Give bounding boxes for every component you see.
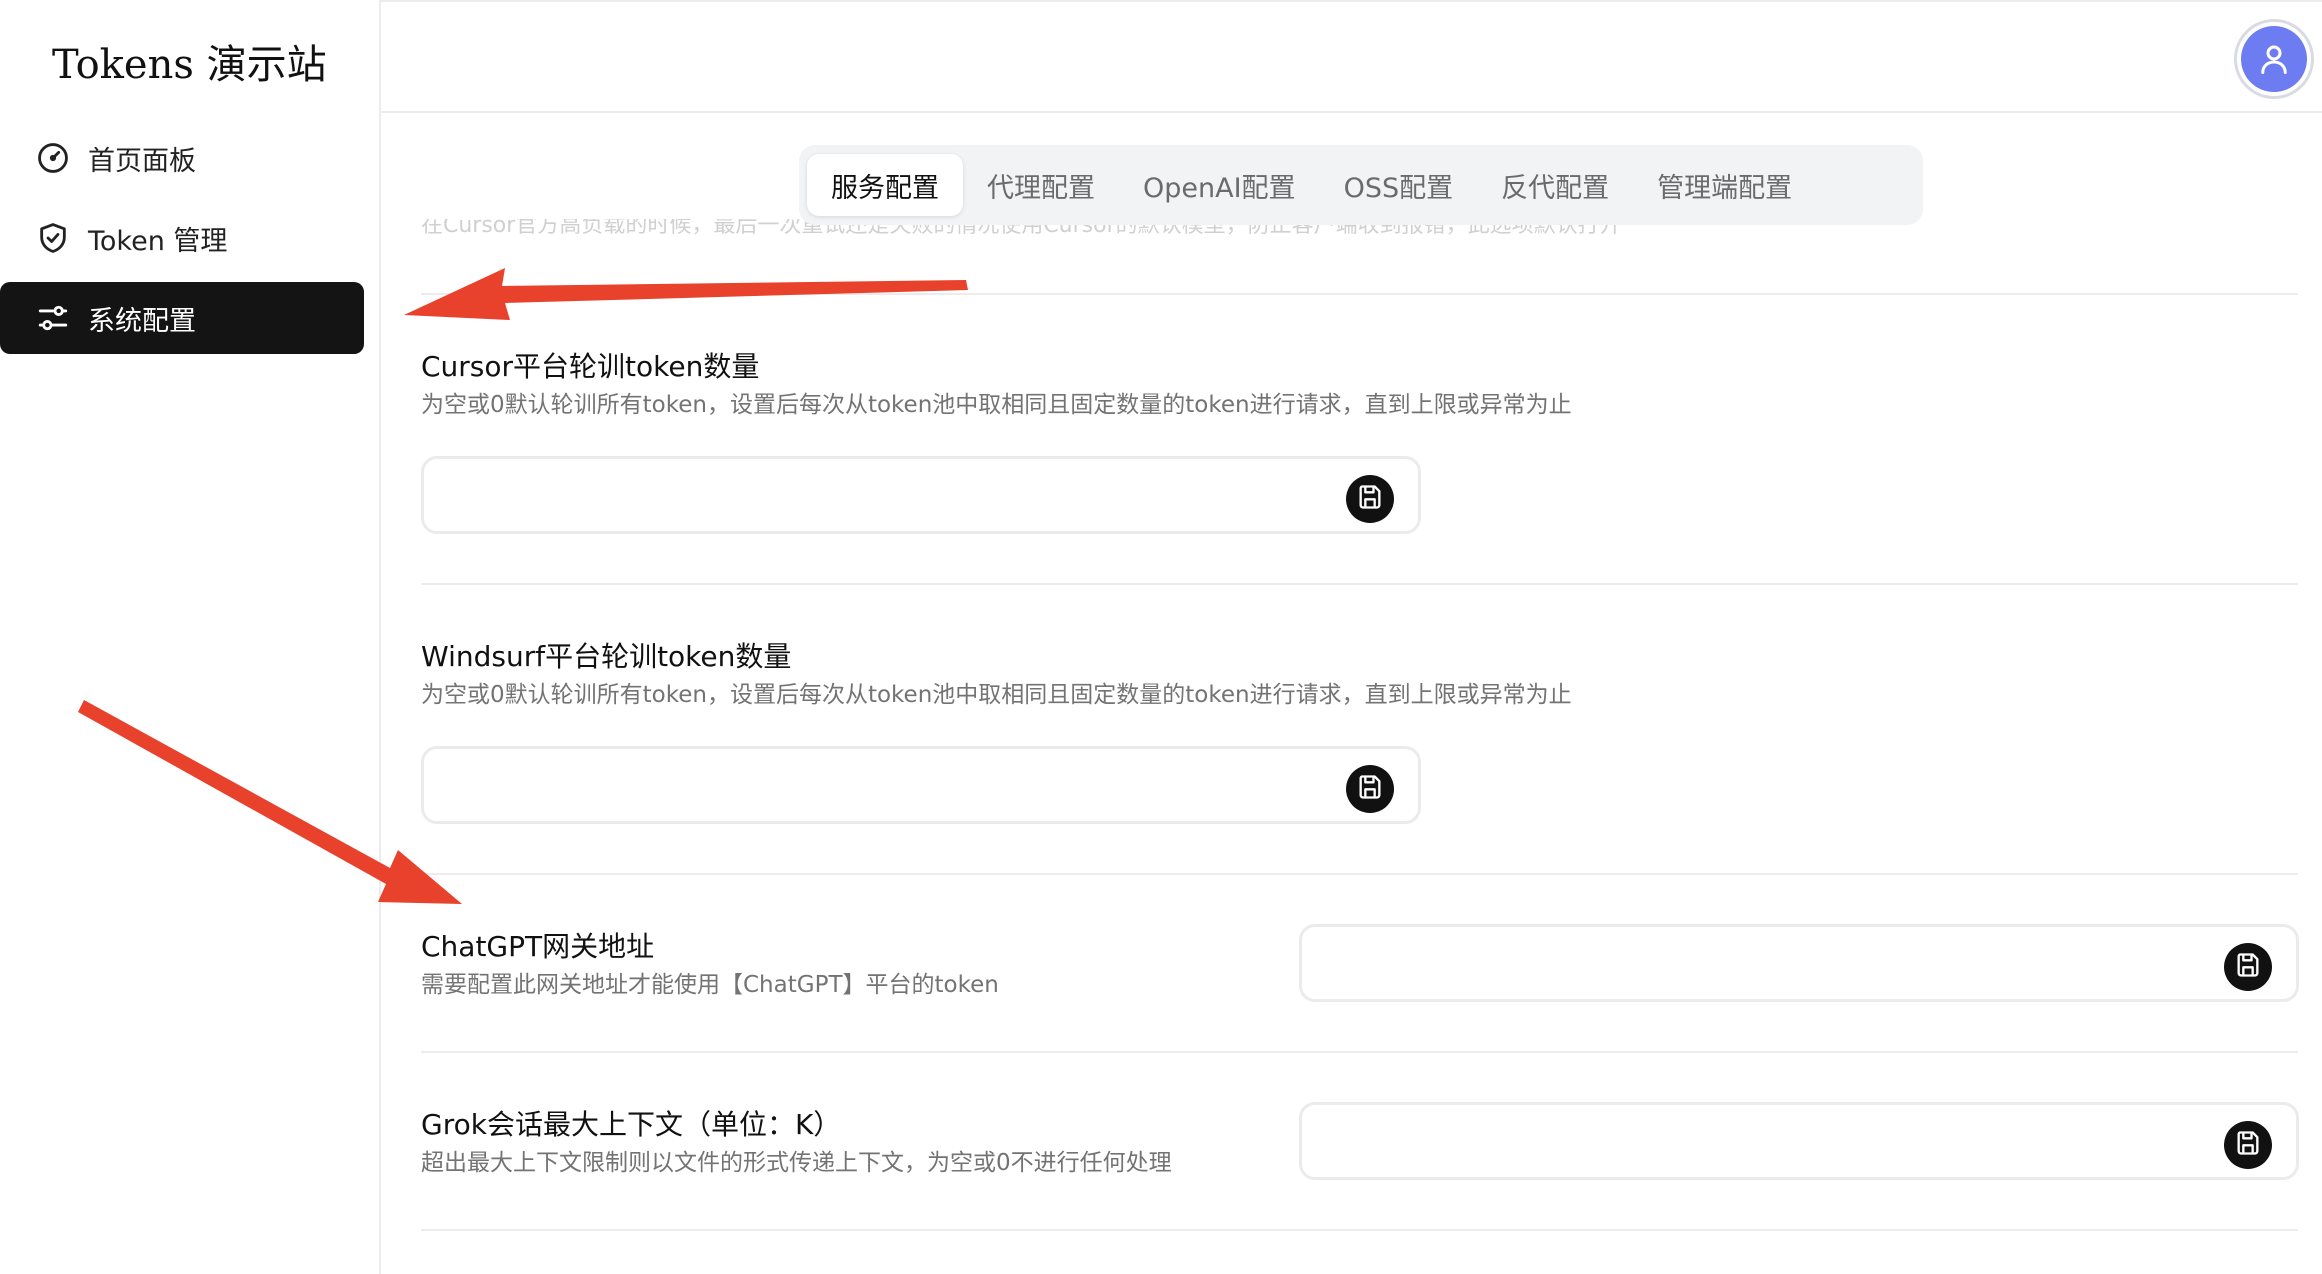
chatgpt-gateway-field — [1299, 924, 2299, 1002]
chatgpt-gateway-input[interactable] — [1318, 937, 2198, 989]
tab-service-config[interactable]: 服务配置 — [807, 154, 963, 216]
tab-oss-config[interactable]: OSS配置 — [1320, 154, 1478, 216]
sidebar: Tokens 演示站 首页面板 Token 管理 系统配置 — [0, 0, 381, 1274]
sidebar-item-label: 首页面板 — [88, 145, 196, 177]
divider — [421, 1051, 2298, 1053]
cursor-token-count-field — [421, 456, 1421, 534]
save-button[interactable] — [2224, 943, 2272, 991]
windsurf-token-count-input[interactable] — [440, 759, 1320, 811]
tab-proxy-config[interactable]: 代理配置 — [963, 154, 1119, 216]
divider — [421, 293, 2298, 295]
cursor-token-count-input[interactable] — [440, 469, 1320, 521]
save-icon — [1356, 483, 1384, 515]
main-content: 服务配置 代理配置 OpenAI配置 OSS配置 反代配置 管理端配置 在Cur… — [381, 113, 2322, 1274]
sidebar-item-dashboard[interactable]: 首页面板 — [0, 122, 364, 194]
tab-reverse-proxy-config[interactable]: 反代配置 — [1477, 154, 1633, 216]
grok-max-context-input[interactable] — [1318, 1115, 2198, 1167]
avatar[interactable] — [2234, 19, 2314, 99]
sliders-icon — [36, 301, 70, 335]
grok-max-context-field — [1299, 1102, 2299, 1180]
user-icon — [2241, 26, 2307, 92]
field-title: Windsurf平台轮训token数量 — [421, 640, 792, 673]
divider — [421, 1229, 2298, 1231]
divider — [421, 873, 2298, 875]
field-title: ChatGPT网关地址 — [421, 930, 655, 963]
config-tabs: 服务配置 代理配置 OpenAI配置 OSS配置 反代配置 管理端配置 — [799, 145, 1923, 225]
shield-icon — [36, 221, 70, 255]
save-button[interactable] — [1346, 765, 1394, 813]
tab-openai-config[interactable]: OpenAI配置 — [1119, 154, 1320, 216]
save-button[interactable] — [1346, 475, 1394, 523]
sidebar-item-label: 系统配置 — [88, 305, 196, 337]
sidebar-item-token-management[interactable]: Token 管理 — [0, 202, 364, 274]
field-description: 超出最大上下文限制则以文件的形式传递上下文，为空或0不进行任何处理 — [421, 1150, 1172, 1176]
save-icon — [1356, 773, 1384, 805]
gauge-icon — [36, 141, 70, 175]
tab-admin-config[interactable]: 管理端配置 — [1633, 154, 1816, 216]
save-icon — [2234, 1129, 2262, 1161]
field-title: Grok会话最大上下文（单位：K） — [421, 1108, 842, 1141]
windsurf-token-count-field — [421, 746, 1421, 824]
field-description: 为空或0默认轮训所有token，设置后每次从token池中取相同且固定数量的to… — [421, 682, 1572, 708]
app-root: Tokens 演示站 首页面板 Token 管理 系统配置 服务配置 代理配置 … — [0, 0, 2322, 1274]
field-description: 为空或0默认轮训所有token，设置后每次从token池中取相同且固定数量的to… — [421, 392, 1572, 418]
save-button[interactable] — [2224, 1121, 2272, 1169]
field-title: Cursor平台轮训token数量 — [421, 350, 760, 383]
sidebar-item-label: Token 管理 — [88, 225, 228, 257]
top-header — [381, 0, 2322, 113]
save-icon — [2234, 951, 2262, 983]
brand-title: Tokens 演示站 — [52, 42, 327, 88]
field-description: 需要配置此网关地址才能使用【ChatGPT】平台的token — [421, 972, 999, 998]
divider — [421, 583, 2298, 585]
sidebar-item-system-config[interactable]: 系统配置 — [0, 282, 364, 354]
